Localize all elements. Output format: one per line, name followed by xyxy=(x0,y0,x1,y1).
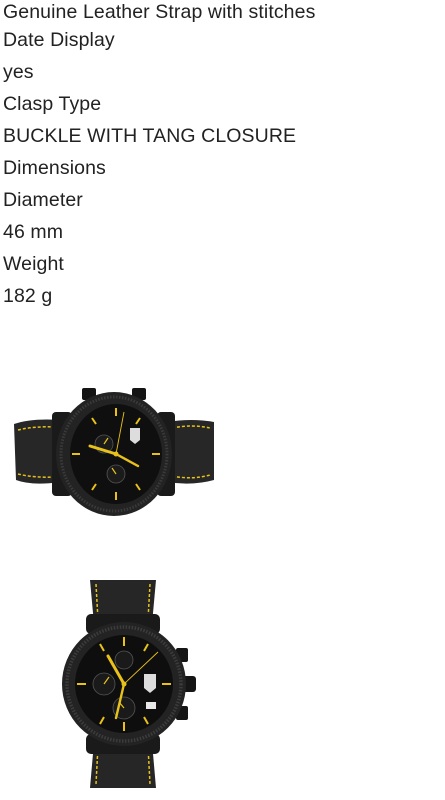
spec-label-date-display: Date Display xyxy=(3,29,115,51)
watch-image-side[interactable] xyxy=(12,382,217,527)
spec-heading-dimensions: Dimensions xyxy=(3,157,106,179)
spec-label-clasp-type: Clasp Type xyxy=(3,93,102,115)
spec-value-diameter: 46 mm xyxy=(3,221,64,243)
spec-strap-description: Genuine Leather Strap with stitches xyxy=(3,1,316,23)
spec-label-diameter: Diameter xyxy=(3,189,83,211)
spec-list: Genuine Leather Strap with stitches Date… xyxy=(3,0,443,312)
spec-value-weight: 182 g xyxy=(3,285,53,307)
spec-value-clasp-type: BUCKLE WITH TANG CLOSURE xyxy=(3,125,297,147)
spec-value-date-display: yes xyxy=(3,61,34,83)
spec-label-weight: Weight xyxy=(3,253,64,275)
watch-image-front[interactable] xyxy=(48,578,218,790)
